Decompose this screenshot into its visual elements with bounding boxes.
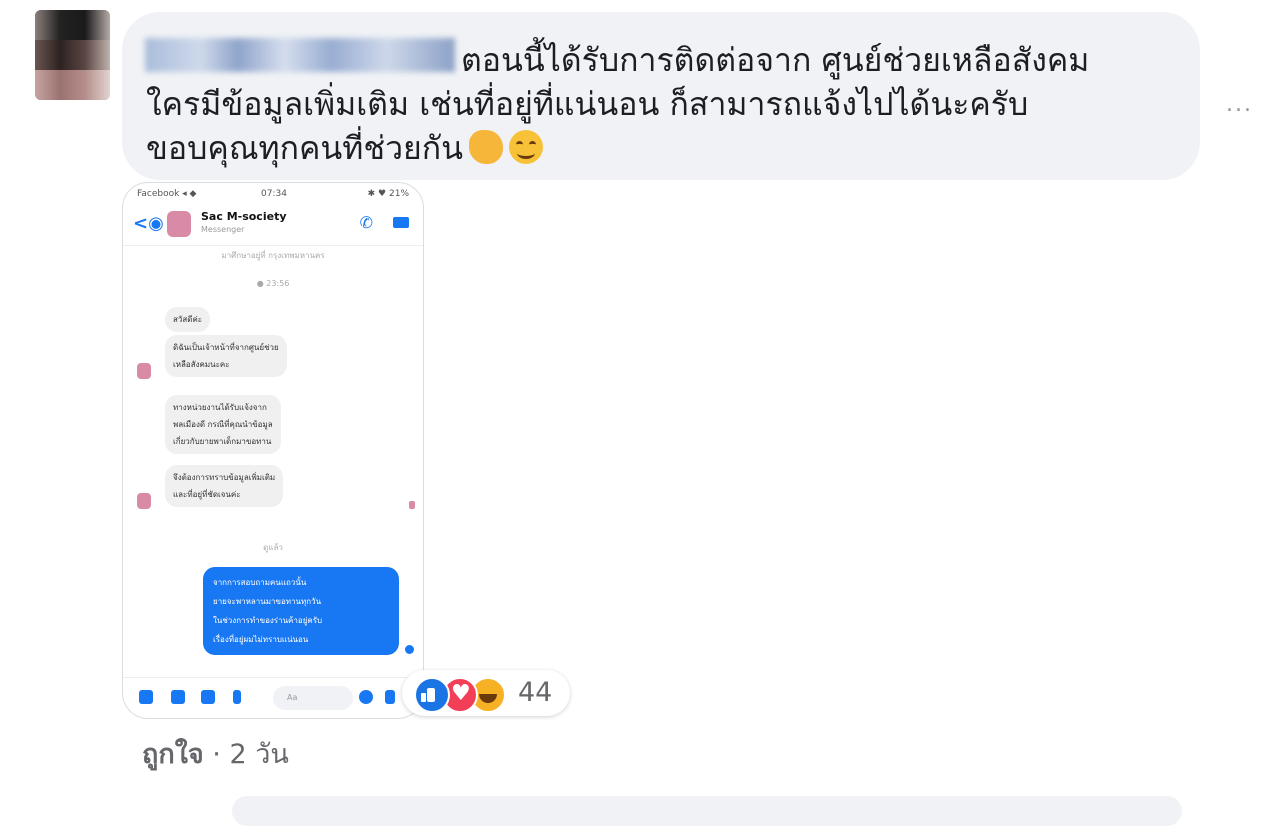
chat-timestamp: ดูแล้ว bbox=[263, 543, 283, 552]
comment-age[interactable]: 2 วัน bbox=[229, 739, 288, 770]
status-carrier: Facebook ◂ ◆ bbox=[137, 189, 197, 199]
comment-text: ตอนนี้ได้รับการติดต่อจาก ศูนย์ช่วยเหลือส… bbox=[146, 38, 1186, 170]
video-call-icon bbox=[393, 217, 409, 228]
status-time: 07:34 bbox=[261, 189, 287, 199]
comment-body: ตอนนี้ได้รับการติดต่อจาก ศูนย์ช่วยเหลือส… bbox=[146, 41, 1090, 167]
message-input: Aa bbox=[273, 686, 353, 710]
status-battery: ✱ ♥ 21% bbox=[367, 189, 409, 199]
reaction-count: 44 bbox=[518, 677, 553, 708]
smiling-face-emoji bbox=[509, 130, 544, 164]
menu-grid-icon bbox=[139, 690, 153, 704]
contact-name: Sac M-society bbox=[201, 210, 287, 223]
emoji-icon bbox=[359, 690, 373, 704]
outgoing-message: จากการสอบถามคนแถวนั้น ยายจะพาหลานมาขอทาน… bbox=[203, 567, 399, 655]
clapping-hands-emoji bbox=[469, 130, 504, 164]
page-note: มาศึกษาอยู่ที่ กรุงเทพมหานคร bbox=[221, 251, 325, 260]
camera-icon bbox=[171, 690, 185, 704]
read-receipt-avatar bbox=[409, 501, 415, 509]
like-reaction-icon bbox=[414, 677, 450, 713]
like-button[interactable]: ถูกใจ bbox=[142, 739, 204, 770]
incoming-message: ทางหน่วยงานได้รับแจ้งจาก พลเมืองดี กรณีท… bbox=[165, 395, 281, 454]
phone-status-bar: Facebook ◂ ◆ 07:34 ✱ ♥ 21% bbox=[137, 189, 409, 203]
sender-avatar bbox=[137, 493, 151, 509]
phone-call-icon: ✆ bbox=[359, 213, 373, 232]
contact-avatar bbox=[167, 211, 191, 237]
reaction-summary[interactable]: 44 bbox=[402, 670, 570, 716]
chat-timestamp: ● 23:56 bbox=[256, 279, 290, 288]
commenter-avatar[interactable] bbox=[35, 10, 110, 100]
thumbs-up-icon bbox=[385, 690, 395, 704]
seen-indicator-icon bbox=[405, 645, 414, 654]
next-comment-bubble bbox=[232, 796, 1182, 826]
messenger-input-bar: Aa bbox=[123, 677, 423, 718]
back-arrow-icon: <◉ bbox=[133, 213, 164, 234]
incoming-message: จึงต้องการทราบข้อมูลเพิ่มเติม และที่อยู่… bbox=[165, 465, 284, 507]
sender-avatar bbox=[137, 363, 151, 379]
incoming-message: ดิฉันเป็นเจ้าหน้าที่จากศูนย์ช่วย เหลือสั… bbox=[165, 335, 287, 377]
photo-icon bbox=[201, 690, 215, 704]
attached-messenger-screenshot[interactable]: Facebook ◂ ◆ 07:34 ✱ ♥ 21% <◉ Sac M-soci… bbox=[122, 182, 424, 719]
incoming-message: สวัสดีค่ะ bbox=[165, 307, 211, 332]
action-separator: · bbox=[203, 739, 230, 770]
messenger-header: <◉ Sac M-society Messenger ✆ bbox=[123, 205, 423, 246]
comment-actions: ถูกใจ · 2 วัน bbox=[142, 732, 289, 775]
microphone-icon bbox=[233, 690, 241, 704]
more-options-icon[interactable]: ... bbox=[1226, 92, 1253, 117]
contact-subtitle: Messenger bbox=[201, 225, 245, 234]
